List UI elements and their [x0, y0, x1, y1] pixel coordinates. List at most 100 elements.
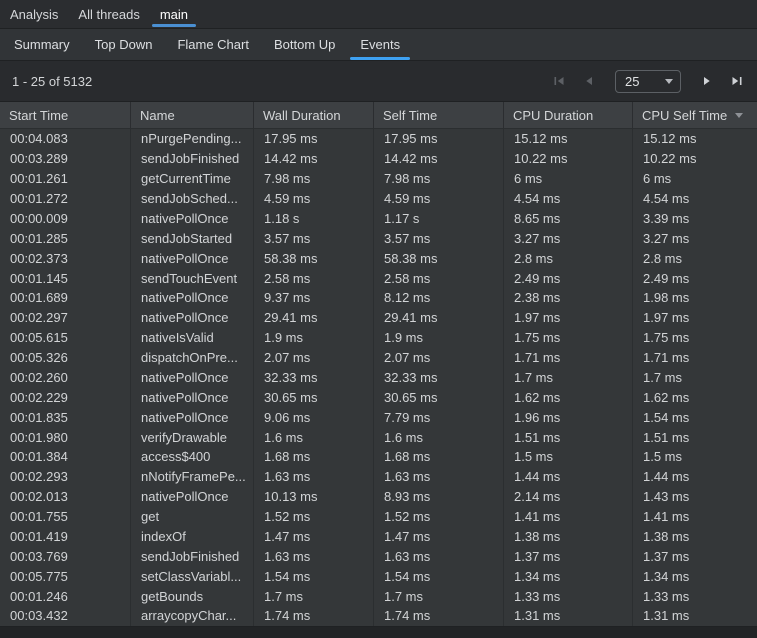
column-header-wall-duration[interactable]: Wall Duration	[253, 102, 373, 128]
table-row[interactable]: 00:03.769sendJobFinished1.63 ms1.63 ms1.…	[0, 546, 757, 566]
last-page-button[interactable]	[729, 73, 745, 89]
cell-name: nativePollOnce	[130, 487, 253, 507]
cell-self-time: 58.38 ms	[373, 248, 503, 268]
tab-bottom-up[interactable]: Bottom Up	[263, 29, 346, 60]
table-row[interactable]: 00:05.775setClassVariabl...1.54 ms1.54 m…	[0, 566, 757, 586]
cell-self-time: 14.42 ms	[373, 149, 503, 169]
next-page-button[interactable]	[699, 73, 715, 89]
cell-self-time: 1.9 ms	[373, 328, 503, 348]
table-row[interactable]: 00:03.289sendJobFinished14.42 ms14.42 ms…	[0, 149, 757, 169]
cell-name: nNotifyFramePe...	[130, 467, 253, 487]
table-row[interactable]: 00:00.009nativePollOnce1.18 s1.17 s8.65 …	[0, 209, 757, 229]
cell-wall-duration: 17.95 ms	[253, 129, 373, 149]
cell-start-time: 00:01.261	[0, 169, 130, 189]
table-row[interactable]: 00:01.835nativePollOnce9.06 ms7.79 ms1.9…	[0, 407, 757, 427]
table-row[interactable]: 00:02.373nativePollOnce58.38 ms58.38 ms2…	[0, 248, 757, 268]
cell-name: nativeIsValid	[130, 328, 253, 348]
cell-name: sendJobStarted	[130, 228, 253, 248]
view-tab-bar: Summary Top Down Flame Chart Bottom Up E…	[0, 29, 757, 61]
table-row[interactable]: 00:04.083nPurgePending...17.95 ms17.95 m…	[0, 129, 757, 149]
cell-self-time: 2.07 ms	[373, 348, 503, 368]
table-row[interactable]: 00:02.297nativePollOnce29.41 ms29.41 ms1…	[0, 308, 757, 328]
table-row[interactable]: 00:01.755get1.52 ms1.52 ms1.41 ms1.41 ms	[0, 507, 757, 527]
cell-name: access$400	[130, 447, 253, 467]
cell-cpu-duration: 2.8 ms	[503, 248, 632, 268]
previous-page-button[interactable]	[581, 73, 597, 89]
cell-wall-duration: 1.74 ms	[253, 606, 373, 626]
table-row[interactable]: 00:01.689nativePollOnce9.37 ms8.12 ms2.3…	[0, 288, 757, 308]
column-header-start-time[interactable]: Start Time	[0, 102, 130, 128]
table-row[interactable]: 00:02.260nativePollOnce32.33 ms32.33 ms1…	[0, 368, 757, 388]
cell-wall-duration: 30.65 ms	[253, 387, 373, 407]
cell-cpu-duration: 1.62 ms	[503, 387, 632, 407]
first-page-icon	[553, 75, 565, 87]
first-page-button[interactable]	[551, 73, 567, 89]
tab-top-down[interactable]: Top Down	[84, 29, 164, 60]
table-row[interactable]: 00:02.229nativePollOnce30.65 ms30.65 ms1…	[0, 387, 757, 407]
cell-cpu-duration: 1.97 ms	[503, 308, 632, 328]
cell-cpu-duration: 1.75 ms	[503, 328, 632, 348]
table-row[interactable]: 00:01.285sendJobStarted3.57 ms3.57 ms3.2…	[0, 228, 757, 248]
table-header: Start Time Name Wall Duration Self Time …	[0, 102, 757, 129]
cell-wall-duration: 1.9 ms	[253, 328, 373, 348]
table-row[interactable]: 00:01.246getBounds1.7 ms1.7 ms1.33 ms1.3…	[0, 586, 757, 606]
table-row[interactable]: 00:02.293nNotifyFramePe...1.63 ms1.63 ms…	[0, 467, 757, 487]
pagination-range-label: 1 - 25 of 5132	[12, 74, 92, 89]
column-label: CPU Duration	[513, 108, 593, 123]
table-row[interactable]: 00:01.261getCurrentTime7.98 ms7.98 ms6 m…	[0, 169, 757, 189]
sort-descending-icon	[735, 113, 743, 118]
cell-cpu-duration: 2.14 ms	[503, 487, 632, 507]
cell-wall-duration: 1.63 ms	[253, 467, 373, 487]
tab-main[interactable]: main	[150, 0, 198, 28]
cell-cpu-self-time: 1.98 ms	[632, 288, 757, 308]
cell-name: get	[130, 507, 253, 527]
cell-start-time: 00:01.980	[0, 427, 130, 447]
table-body: 00:04.083nPurgePending...17.95 ms17.95 m…	[0, 129, 757, 626]
tab-all-threads[interactable]: All threads	[68, 0, 149, 28]
table-row[interactable]: 00:02.013nativePollOnce10.13 ms8.93 ms2.…	[0, 487, 757, 507]
table-row[interactable]: 00:01.980verifyDrawable1.6 ms1.6 ms1.51 …	[0, 427, 757, 447]
column-header-self-time[interactable]: Self Time	[373, 102, 503, 128]
cell-name: nativePollOnce	[130, 248, 253, 268]
column-header-name[interactable]: Name	[130, 102, 253, 128]
table-row[interactable]: 00:03.432arraycopyChar...1.74 ms1.74 ms1…	[0, 606, 757, 626]
cell-start-time: 00:03.769	[0, 546, 130, 566]
last-page-icon	[731, 75, 743, 87]
table-row[interactable]: 00:01.272sendJobSched...4.59 ms4.59 ms4.…	[0, 189, 757, 209]
cell-cpu-self-time: 1.37 ms	[632, 546, 757, 566]
cell-wall-duration: 1.63 ms	[253, 546, 373, 566]
cell-cpu-duration: 1.34 ms	[503, 566, 632, 586]
table-row[interactable]: 00:05.326dispatchOnPre...2.07 ms2.07 ms1…	[0, 348, 757, 368]
cell-name: sendJobFinished	[130, 546, 253, 566]
cell-name: sendJobSched...	[130, 189, 253, 209]
column-label: CPU Self Time	[642, 108, 727, 123]
cell-cpu-duration: 1.41 ms	[503, 507, 632, 527]
tab-flame-chart[interactable]: Flame Chart	[166, 29, 260, 60]
cell-wall-duration: 3.57 ms	[253, 228, 373, 248]
cell-name: nativePollOnce	[130, 209, 253, 229]
cell-wall-duration: 58.38 ms	[253, 248, 373, 268]
cell-cpu-self-time: 6 ms	[632, 169, 757, 189]
column-header-cpu-duration[interactable]: CPU Duration	[503, 102, 632, 128]
cell-start-time: 00:01.755	[0, 507, 130, 527]
cell-name: nPurgePending...	[130, 129, 253, 149]
cell-cpu-duration: 15.12 ms	[503, 129, 632, 149]
cell-cpu-duration: 4.54 ms	[503, 189, 632, 209]
cell-wall-duration: 1.7 ms	[253, 586, 373, 606]
cell-cpu-self-time: 10.22 ms	[632, 149, 757, 169]
column-label: Name	[140, 108, 175, 123]
tab-analysis[interactable]: Analysis	[0, 0, 68, 28]
cell-start-time: 00:01.384	[0, 447, 130, 467]
column-header-cpu-self-time[interactable]: CPU Self Time	[632, 102, 757, 128]
tab-events[interactable]: Events	[349, 29, 411, 60]
table-row[interactable]: 00:05.615nativeIsValid1.9 ms1.9 ms1.75 m…	[0, 328, 757, 348]
pagination-controls: 25	[551, 70, 745, 93]
cell-start-time: 00:01.835	[0, 407, 130, 427]
page-size-select[interactable]: 25	[615, 70, 681, 93]
cell-self-time: 7.79 ms	[373, 407, 503, 427]
tab-summary[interactable]: Summary	[3, 29, 81, 60]
cell-cpu-duration: 1.7 ms	[503, 368, 632, 388]
table-row[interactable]: 00:01.419indexOf1.47 ms1.47 ms1.38 ms1.3…	[0, 527, 757, 547]
table-row[interactable]: 00:01.145sendTouchEvent2.58 ms2.58 ms2.4…	[0, 268, 757, 288]
table-row[interactable]: 00:01.384access$4001.68 ms1.68 ms1.5 ms1…	[0, 447, 757, 467]
